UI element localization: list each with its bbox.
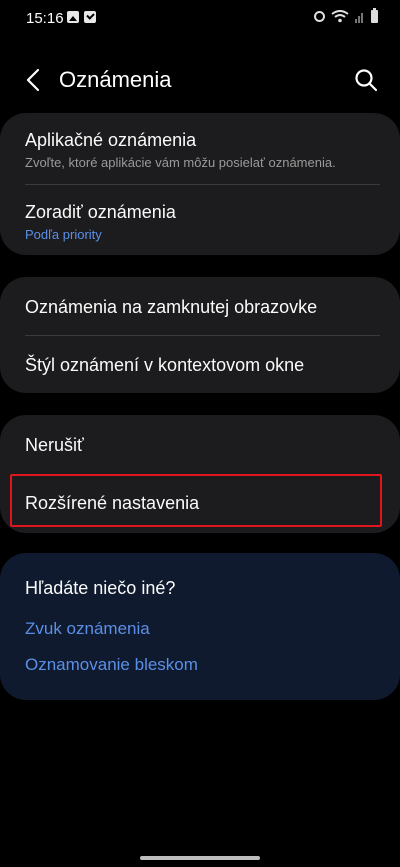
divider (25, 335, 380, 336)
lockscreen-notifications-item[interactable]: Oznámenia na zamknutej obrazovke (25, 297, 380, 318)
do-not-disturb-item[interactable]: Nerušiť (25, 435, 380, 456)
system-icons (314, 8, 378, 23)
item-title: Štýl oznámení v kontextovom okne (25, 355, 305, 375)
sort-notifications-item[interactable]: Zoradiť oznámenia Podľa priority (25, 202, 380, 242)
image-icon (67, 11, 79, 23)
item-title: Nerušiť (25, 435, 84, 455)
wifi-icon (331, 10, 349, 23)
search-icon[interactable] (352, 66, 380, 94)
battery-icon (371, 8, 378, 23)
flash-notification-link[interactable]: Oznamovanie bleskom (25, 655, 198, 675)
divider (25, 184, 380, 185)
popup-style-item[interactable]: Štýl oznámení v kontextovom okne (25, 355, 380, 376)
check-icon (84, 11, 96, 23)
app-notifications-item[interactable]: Aplikačné oznámenia Zvoľte, ktoré apliká… (25, 130, 380, 170)
highlight-box (10, 474, 382, 527)
page-title: Oznámenia (59, 67, 172, 92)
item-title: Oznámenia na zamknutej obrazovke (25, 297, 318, 317)
item-title: Zoradiť oznámenia (25, 202, 176, 222)
status-time: 15:16 (26, 10, 64, 27)
notification-sound-link[interactable]: Zvuk oznámenia (25, 619, 150, 639)
app-bar: Oznámenia (0, 50, 400, 110)
item-subtitle: Podľa priority (25, 227, 102, 242)
back-arrow-icon[interactable] (20, 66, 48, 94)
notification-icons (67, 11, 96, 23)
item-subtitle: Zvoľte, ktoré aplikácie vám môžu posiela… (25, 155, 336, 170)
signal-icon (355, 12, 363, 23)
settings-group-2: Oznámenia na zamknutej obrazovke Štýl oz… (0, 277, 400, 393)
alarm-icon (314, 11, 325, 22)
help-title: Hľadáte niečo iné? (25, 578, 176, 598)
settings-group-1: Aplikačné oznámenia Zvoľte, ktoré apliká… (0, 113, 400, 255)
looking-for-something-else-card: Hľadáte niečo iné? Zvuk oznámenia Oznamo… (0, 553, 400, 700)
status-bar: 15:16 (0, 0, 400, 36)
item-title: Aplikačné oznámenia (25, 130, 197, 150)
home-indicator[interactable] (140, 856, 260, 860)
